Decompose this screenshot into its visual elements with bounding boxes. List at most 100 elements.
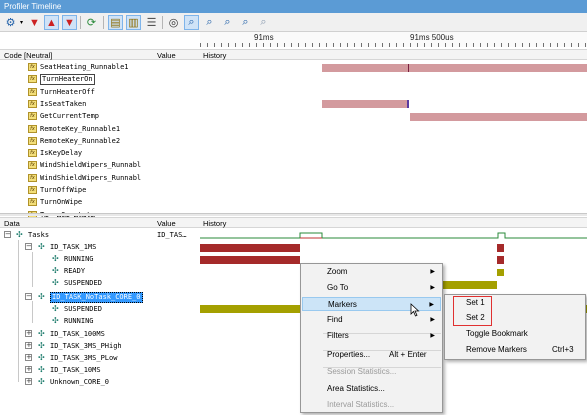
- binoculars-icon[interactable]: ◎: [166, 15, 181, 30]
- history-bar-suspended: [440, 281, 497, 289]
- code-row[interactable]: fx TurnOnWipe: [0, 196, 200, 208]
- collapse-icon[interactable]: −: [25, 243, 32, 250]
- data-row[interactable]: − ✣ ID_TASK_NoTask_CORE_0: [0, 291, 200, 303]
- menu-item-properties[interactable]: Properties... Alt + Enter: [302, 348, 441, 362]
- function-icon: fx: [28, 198, 37, 207]
- cursor-zoom-icon[interactable]: ⌕: [184, 15, 199, 30]
- code-row[interactable]: fx IsKeyDelay: [0, 147, 200, 159]
- menu-item-zoom[interactable]: Zoom ▶: [302, 265, 441, 279]
- code-row[interactable]: fx RemoteKey_Runnable1: [0, 123, 200, 135]
- data-row[interactable]: ✣ READY: [0, 265, 200, 277]
- zoom-fit-icon[interactable]: ⌕: [238, 15, 253, 30]
- col-data-header[interactable]: Data: [4, 219, 20, 228]
- toolbar-separator: [162, 16, 163, 29]
- code-row[interactable]: fx WindShieldWipers_Runnabl: [0, 159, 200, 171]
- task-icon: ✣: [38, 377, 45, 386]
- data-row[interactable]: + ✣ ID_TASK_3MS_PHigh: [0, 340, 200, 352]
- menu-item-label: Filters: [327, 331, 349, 340]
- data-row[interactable]: ✣ SUSPENDED: [0, 277, 200, 289]
- menu-shortcut: Ctrl+3: [552, 345, 574, 354]
- filter-down-icon[interactable]: ▼: [62, 15, 77, 30]
- data-row[interactable]: ✣ RUNNING: [0, 315, 200, 327]
- function-icon: fx: [28, 75, 37, 84]
- panel-splitter[interactable]: [0, 213, 587, 216]
- menu-item-go-to[interactable]: Go To ▶: [302, 281, 441, 295]
- expand-icon[interactable]: +: [25, 366, 32, 373]
- code-row[interactable]: fx TurnHeaterOff: [0, 86, 200, 98]
- history-bar-getcurrenttemp: [410, 113, 587, 121]
- code-row-label: TurnOnWipe: [40, 198, 83, 207]
- data-row-label: ID_TASK_3MS_PLow: [50, 354, 118, 362]
- menu-item-label: Find: [327, 315, 343, 324]
- menu-item-interval-statistics: Interval Statistics...: [302, 398, 441, 412]
- col-data-value-header[interactable]: Value: [157, 219, 176, 228]
- data-row[interactable]: ✣ RUNNING: [0, 253, 200, 265]
- toolbar-separator: [80, 16, 81, 29]
- menu-item-find[interactable]: Find ▶: [302, 313, 441, 327]
- code-row[interactable]: fx TurnOffWipe: [0, 184, 200, 196]
- refresh-icon[interactable]: ⟳: [84, 15, 99, 30]
- expand-icon[interactable]: +: [25, 378, 32, 385]
- data-row[interactable]: ✣ SUSPENDED: [0, 303, 200, 315]
- code-row[interactable]: fx WindShieldWipers_Runnabl: [0, 172, 200, 184]
- submenu-item-remove-markers[interactable]: Remove Markers Ctrl+3: [446, 343, 584, 357]
- code-row-label: TurnHeaterOff: [40, 87, 95, 96]
- code-row[interactable]: fx SeatHeating_Runnable1: [0, 61, 200, 73]
- menu-item-filters[interactable]: Filters ▶: [302, 329, 441, 343]
- col-history-header[interactable]: History: [203, 51, 226, 60]
- save-icon[interactable]: ▤: [108, 15, 123, 30]
- expand-icon[interactable]: +: [25, 330, 32, 337]
- data-panel-header: Data Value History: [0, 217, 587, 228]
- data-row-label: RUNNING: [64, 317, 94, 325]
- mouse-cursor-icon: [410, 303, 420, 317]
- collapse-icon[interactable]: −: [4, 231, 11, 238]
- menu-item-markers[interactable]: Markers ▶: [302, 297, 441, 311]
- menu-item-area-statistics[interactable]: Area Statistics...: [302, 382, 441, 396]
- history-marker: [408, 64, 409, 72]
- menu-shortcut: Alt + Enter: [389, 350, 427, 359]
- toolbar-separator: [103, 16, 104, 29]
- data-row[interactable]: + ✣ Unknown_CORE_0: [0, 376, 200, 388]
- data-row[interactable]: + ✣ ID_TASK_10MS: [0, 364, 200, 376]
- chart-icon[interactable]: ☰: [144, 15, 159, 30]
- filter-up-icon[interactable]: ▲: [44, 15, 59, 30]
- export-icon[interactable]: ▥: [126, 15, 141, 30]
- data-row[interactable]: − ✣ Tasks ID_TAS…: [0, 229, 200, 241]
- zoom-in-icon[interactable]: ⌕: [202, 15, 217, 30]
- task-icon: ✣: [38, 242, 45, 251]
- timeline-ruler[interactable]: 91ms 91ms 500us: [200, 32, 587, 47]
- data-row[interactable]: − ✣ ID_TASK_1MS: [0, 241, 200, 253]
- history-marker: [407, 100, 409, 108]
- col-code-header[interactable]: Code [Neutral]: [4, 51, 52, 60]
- code-row[interactable]: fx TurnHeaterOn: [0, 73, 200, 86]
- window-title: Profiler Timeline: [0, 0, 587, 13]
- col-value-header[interactable]: Value: [157, 51, 176, 60]
- code-row[interactable]: fx GetCurrentTemp: [0, 110, 200, 122]
- data-row[interactable]: + ✣ ID_TASK_3MS_PLow: [0, 352, 200, 364]
- code-row-label: WindShieldWipers_Runnabl: [40, 161, 142, 170]
- task-icon: ✣: [38, 353, 45, 362]
- data-row-label: RUNNING: [64, 255, 94, 263]
- code-row[interactable]: fx RemoteKey_Runnable2: [0, 135, 200, 147]
- data-row-label: ID_TASK_100MS: [50, 330, 105, 338]
- state-icon: ✣: [52, 254, 59, 263]
- data-row[interactable]: + ✣ ID_TASK_100MS: [0, 328, 200, 340]
- code-row-label: TurnOffWipe: [40, 186, 87, 194]
- submenu-item-toggle-bookmark[interactable]: Toggle Bookmark: [446, 327, 584, 341]
- filter-red-icon[interactable]: ▼: [27, 15, 42, 30]
- data-row-label: SUSPENDED: [64, 279, 102, 287]
- data-row-label: Tasks: [28, 231, 50, 239]
- zoom-reset-icon[interactable]: ⌕: [256, 15, 271, 30]
- function-icon: fx: [28, 99, 37, 108]
- col-data-history-header[interactable]: History: [203, 219, 226, 228]
- expand-icon[interactable]: +: [25, 342, 32, 349]
- code-row[interactable]: fx IsSeatTaken: [0, 98, 200, 110]
- expand-icon[interactable]: +: [25, 354, 32, 361]
- function-icon: fx: [28, 149, 37, 158]
- zoom-out-icon[interactable]: ⌕: [220, 15, 235, 30]
- menu-item-label: Markers: [328, 300, 357, 309]
- data-row-label: ID_TASK_3MS_PHigh: [50, 342, 122, 350]
- collapse-icon[interactable]: −: [25, 293, 32, 300]
- chevron-right-icon: ▶: [429, 302, 434, 308]
- data-row-label: READY: [64, 267, 86, 275]
